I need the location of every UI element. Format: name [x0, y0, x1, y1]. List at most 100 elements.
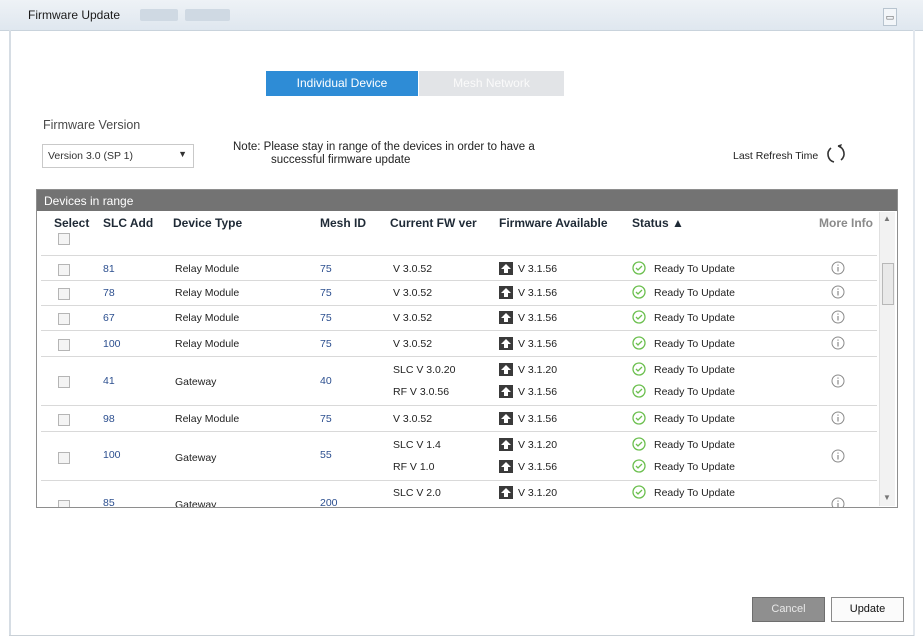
row-checkbox[interactable]	[58, 376, 70, 388]
info-icon[interactable]	[831, 374, 845, 388]
firmware-update-window: Firmware Update ▭ Individual Device Mesh…	[0, 0, 923, 639]
note-line-2: successful firmware update	[271, 154, 411, 166]
firmware-upload-icon	[499, 286, 513, 299]
row-divider	[41, 431, 877, 432]
row-divider	[41, 356, 877, 357]
mesh-id: 200	[320, 497, 338, 508]
frame-edge	[9, 635, 914, 636]
tab-individual-device[interactable]: Individual Device	[266, 71, 418, 96]
title-bar-blur	[185, 9, 230, 21]
column-header-status[interactable]: Status ▲	[632, 216, 684, 230]
update-button[interactable]: Update	[831, 597, 904, 622]
window-control-icon[interactable]: ▭	[883, 8, 897, 26]
row-checkbox[interactable]	[58, 288, 70, 300]
mesh-id: 75	[320, 287, 332, 299]
scroll-up-arrow-icon[interactable]: ▲	[883, 214, 891, 223]
device-type: Relay Module	[175, 312, 240, 324]
device-type: Relay Module	[175, 338, 240, 350]
row-divider	[41, 280, 877, 281]
device-type: Relay Module	[175, 287, 240, 299]
cancel-button[interactable]: Cancel	[752, 597, 825, 622]
row-divider	[41, 480, 877, 481]
grid-title: Devices in range	[44, 194, 134, 208]
mesh-id: 40	[320, 375, 332, 387]
column-header-select[interactable]: Select	[54, 216, 89, 230]
check-circle-icon	[632, 411, 646, 425]
frame-edge	[9, 30, 11, 636]
firmware-available: V 3.1.56	[518, 461, 558, 473]
column-header-mesh-id[interactable]: Mesh ID	[320, 216, 366, 230]
mesh-id: 75	[320, 263, 332, 275]
status: Ready To Update	[654, 263, 735, 275]
column-header-device-type[interactable]: Device Type	[173, 216, 242, 230]
firmware-version-label: Firmware Version	[43, 118, 141, 132]
check-circle-icon	[632, 285, 646, 299]
firmware-available: V 3.1.56	[518, 413, 558, 425]
info-icon[interactable]	[831, 310, 845, 324]
firmware-version-value: Version 3.0 (SP 1)	[48, 150, 134, 162]
status: Ready To Update	[654, 413, 735, 425]
row-checkbox[interactable]	[58, 264, 70, 276]
current-fw: V 3.0.52	[393, 287, 433, 299]
info-icon[interactable]	[831, 336, 845, 350]
info-icon[interactable]	[831, 285, 845, 299]
mesh-id: 55	[320, 449, 332, 461]
last-refresh-label: Last Refresh Time	[733, 150, 819, 162]
firmware-available: V 3.1.56	[518, 386, 558, 398]
firmware-upload-icon	[499, 337, 513, 350]
row-checkbox[interactable]	[58, 313, 70, 325]
mesh-id: 75	[320, 413, 332, 425]
row-divider	[41, 255, 877, 256]
title-bar: Firmware Update ▭	[0, 0, 923, 31]
column-header-slc-add[interactable]: SLC Add	[103, 216, 153, 230]
status: Ready To Update	[654, 386, 735, 398]
scroll-down-arrow-icon[interactable]: ▼	[883, 493, 891, 502]
firmware-available: V 3.1.56	[518, 338, 558, 350]
column-header-firmware-available[interactable]: Firmware Available	[499, 216, 608, 230]
slc-address: 100	[103, 449, 121, 461]
row-checkbox[interactable]	[58, 414, 70, 426]
check-circle-icon	[632, 336, 646, 350]
info-icon[interactable]	[831, 411, 845, 425]
device-type: Gateway	[175, 499, 217, 508]
current-fw: V 3.0.52	[393, 413, 433, 425]
scroll-thumb[interactable]	[882, 263, 894, 305]
firmware-upload-icon	[499, 460, 513, 473]
column-header-current-fw[interactable]: Current FW ver	[390, 216, 477, 230]
current-fw: RF V 3.0.56	[393, 386, 450, 398]
slc-address: 78	[103, 287, 115, 299]
status: Ready To Update	[654, 338, 735, 350]
firmware-available: V 3.1.20	[518, 439, 558, 451]
row-checkbox[interactable]	[58, 339, 70, 351]
grid-title-bar: Devices in range	[37, 190, 897, 211]
column-header-more-info[interactable]: More Info	[819, 216, 873, 230]
firmware-upload-icon	[499, 385, 513, 398]
firmware-upload-icon	[499, 486, 513, 499]
tab-mesh-network[interactable]: Mesh Network	[419, 71, 564, 96]
status: Ready To Update	[654, 461, 735, 473]
status: Ready To Update	[654, 487, 735, 499]
check-circle-icon	[632, 437, 646, 451]
info-icon[interactable]	[831, 449, 845, 463]
refresh-icon[interactable]	[825, 143, 847, 165]
firmware-version-select[interactable]: Version 3.0 (SP 1) ▼	[42, 144, 194, 168]
current-fw: RF V 1.0	[393, 461, 435, 473]
slc-address: 81	[103, 263, 115, 275]
slc-address: 100	[103, 338, 121, 350]
row-checkbox[interactable]	[58, 500, 70, 507]
devices-grid: Devices in range Select SLC Add Device T…	[36, 189, 898, 508]
check-circle-icon	[632, 362, 646, 376]
check-circle-icon	[632, 459, 646, 473]
firmware-upload-icon	[499, 311, 513, 324]
select-all-checkbox[interactable]	[58, 233, 70, 245]
slc-address: 67	[103, 312, 115, 324]
status: Ready To Update	[654, 364, 735, 376]
grid-scrollbar[interactable]: ▲ ▼	[879, 212, 895, 506]
check-circle-icon	[632, 310, 646, 324]
mesh-id: 75	[320, 338, 332, 350]
row-checkbox[interactable]	[58, 452, 70, 464]
info-icon[interactable]	[831, 497, 845, 508]
dropdown-arrow-icon: ▼	[178, 149, 187, 159]
info-icon[interactable]	[831, 261, 845, 275]
firmware-available: V 3.1.20	[518, 487, 558, 499]
